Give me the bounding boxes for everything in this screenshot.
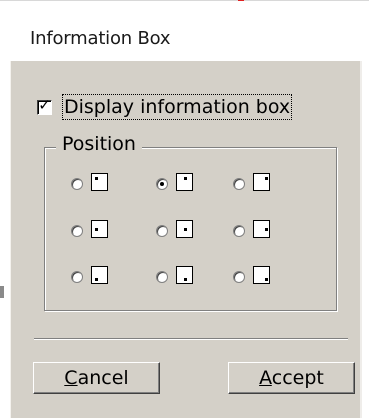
position-radio-bottom-left[interactable] bbox=[71, 271, 83, 283]
position-marker bbox=[265, 278, 268, 281]
position-radio-bottom-center[interactable] bbox=[156, 271, 168, 283]
title-bar[interactable]: Information Box bbox=[0, 1, 369, 61]
accept-label: ccept bbox=[271, 367, 324, 389]
position-preview-icon[interactable] bbox=[253, 220, 270, 238]
display-info-label[interactable]: Display information box bbox=[62, 94, 293, 120]
position-preview-icon[interactable] bbox=[91, 220, 108, 238]
display-info-checkbox[interactable]: ✓ bbox=[37, 95, 52, 115]
cancel-button[interactable]: Cancel bbox=[33, 362, 160, 394]
position-option-bottom-left[interactable] bbox=[71, 265, 117, 291]
position-marker bbox=[184, 177, 187, 180]
position-radio-middle-center[interactable] bbox=[156, 225, 168, 237]
position-option-bottom-center[interactable] bbox=[156, 265, 202, 291]
position-preview-icon[interactable] bbox=[91, 266, 108, 284]
position-marker bbox=[95, 177, 98, 180]
cancel-mnemonic: C bbox=[64, 367, 78, 389]
position-radio-top-right[interactable] bbox=[233, 178, 245, 190]
position-marker bbox=[95, 228, 98, 231]
dialog-left-edge bbox=[10, 61, 11, 418]
position-option-middle-right[interactable] bbox=[233, 219, 279, 245]
position-radio-middle-right[interactable] bbox=[233, 225, 245, 237]
display-info-checkbox-row[interactable]: ✓ Display information box bbox=[37, 94, 293, 120]
position-preview-icon[interactable] bbox=[253, 266, 270, 284]
position-marker bbox=[265, 177, 268, 180]
position-marker bbox=[184, 278, 187, 281]
position-option-middle-left[interactable] bbox=[71, 219, 117, 245]
position-legend: Position bbox=[56, 133, 142, 155]
position-marker bbox=[95, 278, 98, 281]
position-preview-icon[interactable] bbox=[176, 220, 193, 238]
checkmark-icon: ✓ bbox=[38, 95, 51, 114]
window-title: Information Box bbox=[30, 28, 171, 49]
position-radio-top-left[interactable] bbox=[71, 178, 83, 190]
position-radio-top-center[interactable] bbox=[156, 178, 168, 190]
position-option-top-center[interactable] bbox=[156, 172, 202, 198]
position-radio-bottom-right[interactable] bbox=[233, 271, 245, 283]
position-marker bbox=[184, 228, 187, 231]
position-option-top-left[interactable] bbox=[71, 172, 117, 198]
position-preview-icon[interactable] bbox=[91, 173, 108, 191]
resize-mark bbox=[0, 286, 4, 298]
separator-highlight bbox=[34, 339, 348, 340]
position-preview-icon[interactable] bbox=[253, 173, 270, 191]
accept-mnemonic: A bbox=[259, 367, 272, 389]
cancel-label: ancel bbox=[77, 367, 129, 389]
position-preview-icon[interactable] bbox=[176, 173, 193, 191]
position-option-bottom-right[interactable] bbox=[233, 265, 279, 291]
position-option-top-right[interactable] bbox=[233, 172, 279, 198]
position-preview-icon[interactable] bbox=[176, 266, 193, 284]
position-radio-middle-left[interactable] bbox=[71, 225, 83, 237]
radio-selected-dot bbox=[160, 182, 164, 186]
window-right-margin bbox=[362, 61, 369, 418]
accept-button[interactable]: Accept bbox=[228, 362, 355, 394]
position-option-middle-center[interactable] bbox=[156, 219, 202, 245]
position-marker bbox=[265, 228, 268, 231]
